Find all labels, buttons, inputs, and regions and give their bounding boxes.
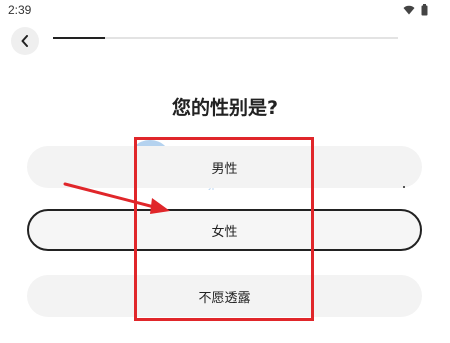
- wifi-icon: [403, 5, 415, 15]
- progress-fill: [53, 37, 105, 39]
- back-button[interactable]: [11, 27, 39, 55]
- status-bar: 2:39: [0, 0, 450, 22]
- status-icons: [403, 4, 428, 16]
- chevron-left-icon: [21, 35, 28, 47]
- question-title: 您的性别是?: [171, 97, 279, 119]
- battery-icon: [421, 4, 428, 16]
- status-time: 2:39: [8, 3, 32, 17]
- annotation-highlight-box: [134, 137, 314, 321]
- stray-dot: [403, 186, 405, 188]
- annotation-arrow-icon: [63, 182, 170, 214]
- progress-bar: [53, 37, 398, 39]
